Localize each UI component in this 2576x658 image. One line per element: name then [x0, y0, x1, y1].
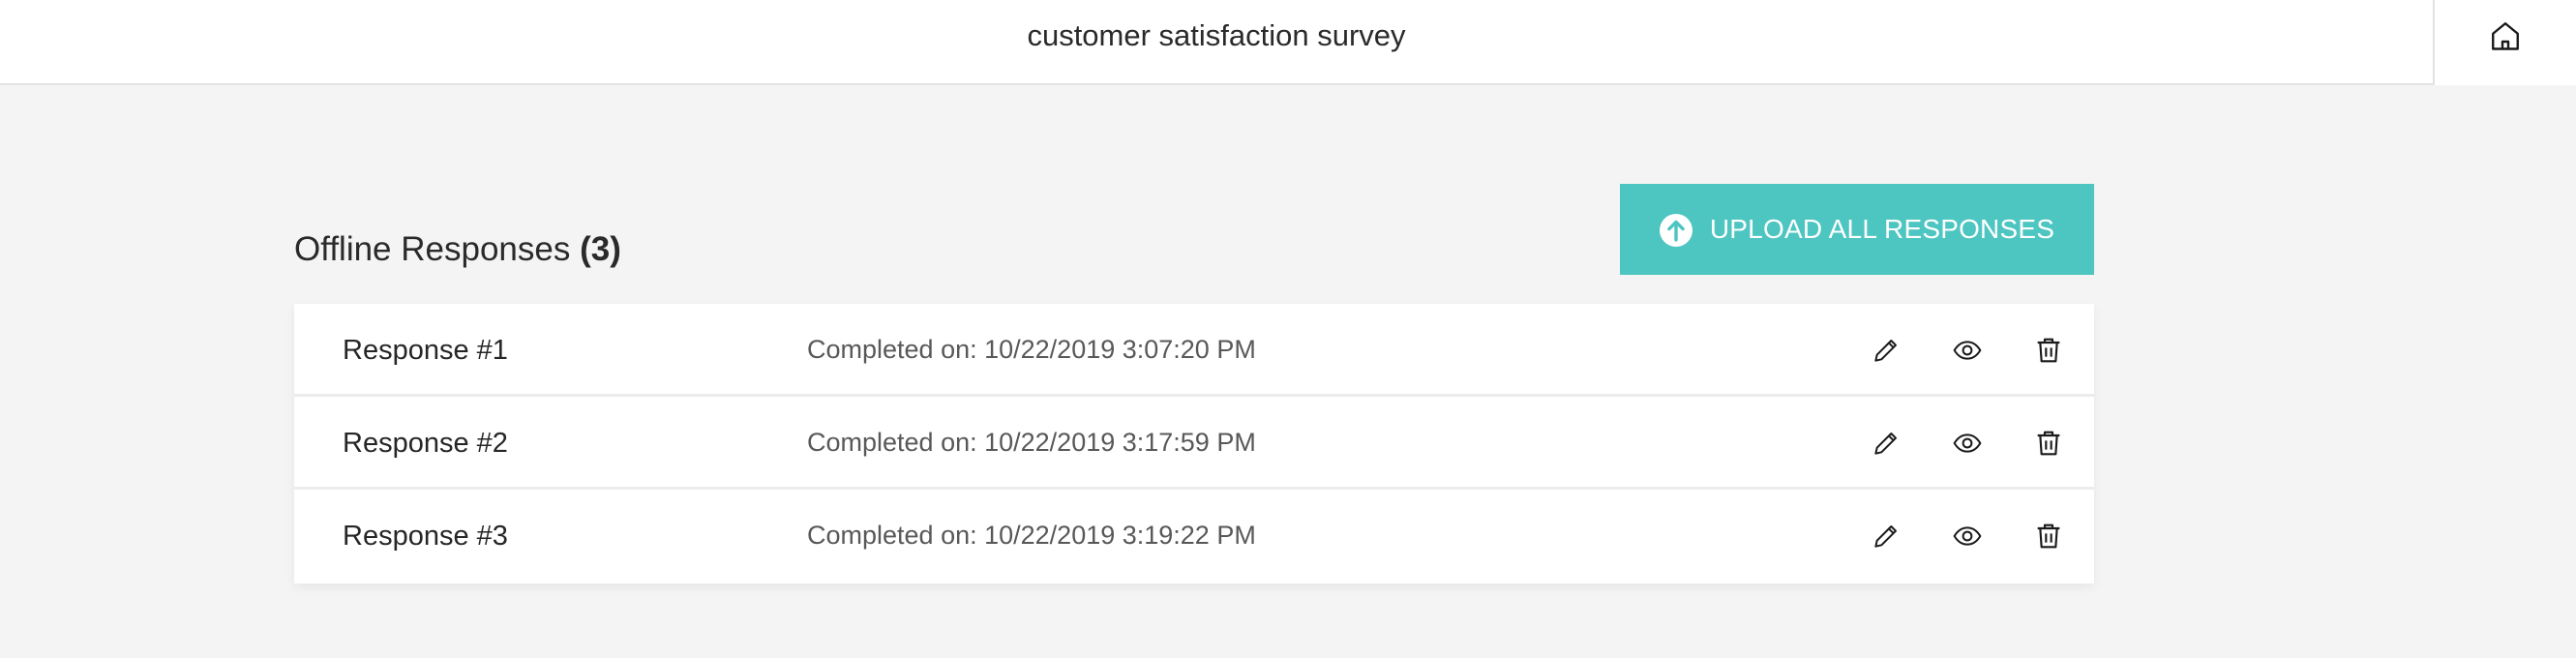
section-title: Offline Responses (3)	[294, 228, 621, 271]
pencil-icon	[1874, 340, 1897, 362]
response-completed-date: Completed on: 10/22/2019 3:19:22 PM	[807, 521, 1256, 550]
delete-response-button[interactable]	[2032, 520, 2065, 553]
row-actions	[1821, 397, 2065, 490]
row-actions	[1821, 304, 2065, 397]
eye-icon	[1953, 434, 1982, 453]
home-button[interactable]	[2433, 0, 2576, 85]
response-completed-date: Completed on: 10/22/2019 3:17:59 PM	[807, 428, 1256, 457]
response-row: Response #2 Completed on: 10/22/2019 3:1…	[294, 397, 2094, 490]
delete-response-button[interactable]	[2032, 334, 2065, 367]
response-row: Response #1 Completed on: 10/22/2019 3:0…	[294, 304, 2094, 397]
eye-icon	[1953, 341, 1982, 360]
delete-response-button[interactable]	[2032, 427, 2065, 460]
section-title-text: Offline Responses	[294, 230, 571, 268]
responses-list: Response #1 Completed on: 10/22/2019 3:0…	[294, 304, 2094, 583]
page-title: customer satisfaction survey	[1027, 18, 1406, 52]
view-response-button[interactable]	[1951, 520, 1984, 553]
row-actions	[1821, 490, 2065, 583]
view-response-button[interactable]	[1951, 427, 1984, 460]
response-name: Response #1	[343, 335, 508, 366]
pencil-icon	[1874, 525, 1897, 548]
upload-all-responses-button[interactable]: UPLOAD ALL RESPONSES	[1620, 184, 2094, 275]
pencil-icon	[1874, 433, 1897, 455]
edit-response-button[interactable]	[1870, 520, 1902, 553]
trash-icon	[2037, 523, 2060, 549]
response-name: Response #3	[343, 521, 508, 552]
upload-all-responses-label: UPLOAD ALL RESPONSES	[1709, 214, 2055, 244]
response-count: (3)	[580, 230, 621, 268]
upload-circle-arrow-icon	[1659, 214, 1692, 247]
response-row: Response #3 Completed on: 10/22/2019 3:1…	[294, 490, 2094, 583]
eye-icon	[1953, 526, 1982, 546]
top-bar: customer satisfaction survey	[0, 0, 2576, 85]
trash-icon	[2037, 431, 2060, 456]
home-icon	[2492, 22, 2519, 50]
response-completed-date: Completed on: 10/22/2019 3:07:20 PM	[807, 335, 1256, 364]
edit-response-button[interactable]	[1870, 334, 1902, 367]
trash-icon	[2037, 338, 2060, 363]
edit-response-button[interactable]	[1870, 427, 1902, 460]
response-name: Response #2	[343, 428, 508, 459]
view-response-button[interactable]	[1951, 334, 1984, 367]
